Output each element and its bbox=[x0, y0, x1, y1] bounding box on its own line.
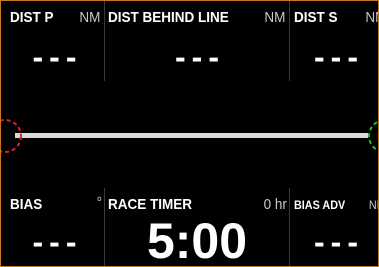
race-timer-value: 5:00 bbox=[146, 213, 248, 267]
race-timer-label: RACE TIMER bbox=[108, 196, 193, 213]
dist-p-unit: NM bbox=[79, 9, 100, 26]
bias-label: BIAS bbox=[10, 196, 43, 213]
dist-behind-line-tile[interactable]: DIST BEHIND LINE NM --- bbox=[105, 1, 289, 81]
race-timer-unit: 0 hr bbox=[263, 196, 287, 213]
bias-tile[interactable]: BIAS ° --- bbox=[1, 188, 104, 266]
bias-adv-value: --- bbox=[314, 224, 364, 260]
dist-behind-line-label: DIST BEHIND LINE bbox=[108, 9, 229, 26]
dist-s-label: DIST S bbox=[294, 9, 338, 26]
bias-unit: ° bbox=[96, 194, 102, 211]
race-timer-tile[interactable]: RACE TIMER 0 hr 5:00 bbox=[105, 188, 289, 266]
dist-p-label: DIST P bbox=[10, 9, 54, 26]
bias-value: --- bbox=[32, 224, 83, 260]
bias-adv-tile[interactable]: BIAS ADV NM --- bbox=[290, 188, 378, 266]
dist-s-unit: NM bbox=[365, 9, 378, 26]
dist-p-tile[interactable]: DIST P NM --- bbox=[1, 1, 104, 81]
dist-behind-line-unit: NM bbox=[264, 9, 285, 26]
dist-s-value: --- bbox=[314, 39, 364, 75]
bias-adv-label: BIAS ADV bbox=[294, 198, 346, 212]
starboard-end-mark-icon bbox=[368, 120, 378, 152]
dist-p-value: --- bbox=[32, 39, 83, 75]
start-line-panel: DIST P NM --- DIST BEHIND LINE NM --- DI… bbox=[0, 0, 379, 267]
start-line bbox=[15, 133, 368, 138]
dist-s-tile[interactable]: DIST S NM --- bbox=[290, 1, 378, 81]
port-end-mark-icon bbox=[1, 119, 22, 153]
bias-adv-unit: NM bbox=[369, 198, 378, 212]
dist-behind-line-value: --- bbox=[175, 39, 225, 75]
